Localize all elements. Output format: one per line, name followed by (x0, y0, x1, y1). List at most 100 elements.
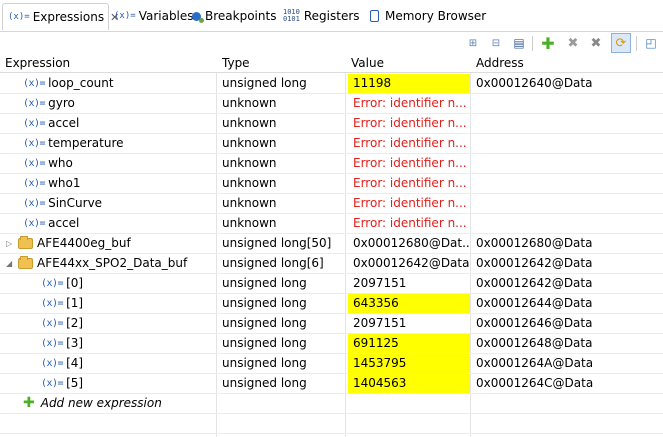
variable-icon: (x)= (41, 358, 64, 369)
breakpoints-icon (192, 11, 204, 23)
expression-name: [0] (66, 276, 84, 290)
table-row[interactable]: (x)= gyro unknown Error: identifier n... (0, 94, 663, 114)
table-row[interactable]: (x)= who1 unknown Error: identifier n... (0, 174, 663, 194)
address-cell: 0x00012640@Data (476, 76, 593, 90)
remove-icon[interactable]: ✖ (565, 35, 581, 51)
expression-cell: (x)= [5] (41, 374, 83, 393)
table-row[interactable]: (x)= [5] unsigned long 1404563 0x0001264C@Da… (0, 374, 663, 394)
error-value-cell[interactable]: Error: identifier n... (348, 214, 470, 233)
expression-name: accel (48, 116, 80, 130)
table-row[interactable]: (x)= temperature unknown Error: identifier … (0, 134, 663, 154)
variable-icon: (x)= (41, 278, 64, 289)
type-cell: unsigned long[6] (222, 256, 324, 270)
collapse-all-icon[interactable]: ⊟ (488, 35, 504, 51)
table-row[interactable]: (x)= [4] unsigned long 1453795 0x0001264A@Da… (0, 354, 663, 374)
address-cell: 0x00012646@Data (476, 316, 593, 330)
table-row[interactable]: (x)= accel unknown Error: identifier n... (0, 214, 663, 234)
expression-cell: (x)= [0] (41, 274, 83, 293)
expression-cell: (x)= gyro (23, 94, 75, 113)
layout-icon[interactable]: ▤ (511, 35, 527, 51)
value-cell[interactable]: 1404563 (348, 374, 470, 393)
type-cell: unknown (222, 116, 277, 130)
address-cell: 0x0001264A@Data (476, 356, 594, 370)
variable-icon: (x)= (23, 118, 46, 129)
tab-memory-browser-label: Memory Browser (385, 9, 487, 23)
add-new-expression-row[interactable]: ✚ Add new expression (0, 394, 663, 414)
error-value-cell[interactable]: Error: identifier n... (348, 174, 470, 193)
variable-icon: (x)= (23, 178, 46, 189)
add-icon: ✚ (23, 395, 35, 411)
column-header-type[interactable]: Type (217, 53, 250, 73)
type-cell: unsigned long (222, 316, 307, 330)
view-toolbar: ⊞ ⊟ ▤ ✚ ✖ ✖ ⟳ ◰ (0, 33, 663, 53)
type-cell: unknown (222, 156, 277, 170)
address-cell: 0x00012642@Data (476, 276, 593, 290)
add-new-expression[interactable]: ✚ Add new expression (23, 394, 162, 413)
tab-memory-browser[interactable]: Memory Browser (370, 4, 486, 28)
type-cell: unsigned long (222, 76, 307, 90)
folder-icon (18, 236, 33, 249)
expression-cell: (x)= [3] (41, 334, 83, 353)
column-header-address[interactable]: Address (471, 53, 524, 73)
expression-name: who1 (48, 176, 81, 190)
tab-variables-label: Variables (138, 9, 194, 23)
table-row[interactable]: ◢ AFE44xx_SPO2_Data_buf unsigned long[6] 0x… (0, 254, 663, 274)
expression-cell: (x)= accel (23, 214, 79, 233)
expand-twistie-icon[interactable]: ▷ (6, 234, 14, 253)
show-type-names-icon[interactable]: ⊞ (465, 35, 481, 51)
address-cell: 0x00012648@Data (476, 336, 593, 350)
expression-name: temperature (48, 136, 124, 150)
table-row[interactable]: (x)= [0] unsigned long 2097151 0x00012642@Da… (0, 274, 663, 294)
value-cell[interactable]: 0x00012642@Data (348, 254, 470, 273)
table-row[interactable]: (x)= [1] unsigned long 643356 0x00012644@Dat… (0, 294, 663, 314)
new-view-icon[interactable]: ◰ (643, 35, 659, 51)
expression-name: accel (48, 216, 80, 230)
error-value-cell[interactable]: Error: identifier n... (348, 134, 470, 153)
value-cell[interactable]: 2097151 (348, 274, 470, 293)
expression-name: SinCurve (48, 196, 103, 210)
variables-icon: (x)= (114, 11, 136, 21)
expression-name: [1] (66, 296, 84, 310)
address-cell (476, 154, 663, 173)
table-row[interactable]: (x)= [2] unsigned long 2097151 0x00012646@Da… (0, 314, 663, 334)
value-cell[interactable]: 0x00012680@Dat... (348, 234, 470, 253)
address-cell: 0x0001264C@Data (476, 376, 594, 390)
table-row[interactable]: (x)= who unknown Error: identifier n... (0, 154, 663, 174)
error-value-cell[interactable]: Error: identifier n... (348, 194, 470, 213)
tab-registers[interactable]: 1010 0101 Registers (283, 4, 360, 28)
tab-breakpoints[interactable]: Breakpoints (192, 4, 276, 28)
error-value-cell[interactable]: Error: identifier n... (348, 114, 470, 133)
type-cell: unknown (222, 176, 277, 190)
tab-expressions[interactable]: (x)= Expressions ✕ (2, 3, 119, 30)
registers-icon: 1010 0101 (283, 8, 300, 23)
empty-row (0, 414, 663, 434)
remove-all-icon[interactable]: ✖ (588, 35, 604, 51)
address-cell (476, 134, 663, 153)
expression-name: [3] (66, 336, 84, 350)
type-cell: unknown (222, 136, 277, 150)
continuous-refresh-icon[interactable]: ⟳ (611, 33, 631, 53)
error-value-cell[interactable]: Error: identifier n... (348, 154, 470, 173)
add-expression-icon[interactable]: ✚ (540, 34, 556, 53)
column-header-value[interactable]: Value (346, 53, 384, 73)
value-cell[interactable]: 691125 (348, 334, 470, 353)
tab-variables[interactable]: (x)= Variables (112, 4, 194, 28)
error-value-cell[interactable]: Error: identifier n... (348, 94, 470, 113)
value-cell[interactable]: 643356 (348, 294, 470, 313)
expression-name: loop_count (48, 76, 114, 90)
variable-icon: (x)= (23, 78, 46, 89)
table-row[interactable]: (x)= accel unknown Error: identifier n... (0, 114, 663, 134)
value-cell[interactable]: 2097151 (348, 314, 470, 333)
value-cell[interactable]: 1453795 (348, 354, 470, 373)
expression-cell: (x)= who (23, 154, 73, 173)
table-row[interactable]: (x)= loop_count unsigned long 11198 0x000126… (0, 74, 663, 94)
type-cell: unsigned long[50] (222, 236, 332, 250)
table-row[interactable]: ▷ AFE4400eg_buf unsigned long[50] 0x0001268… (0, 234, 663, 254)
collapse-twistie-icon[interactable]: ◢ (6, 254, 14, 273)
address-cell (476, 174, 663, 193)
value-cell[interactable]: 11198 (348, 74, 470, 93)
table-row[interactable]: (x)= [3] unsigned long 691125 0x00012648@Dat… (0, 334, 663, 354)
table-row[interactable]: (x)= SinCurve unknown Error: identifier n..… (0, 194, 663, 214)
column-header-expression[interactable]: Expression (0, 53, 70, 73)
expression-name: AFE44xx_SPO2_Data_buf (37, 256, 188, 270)
